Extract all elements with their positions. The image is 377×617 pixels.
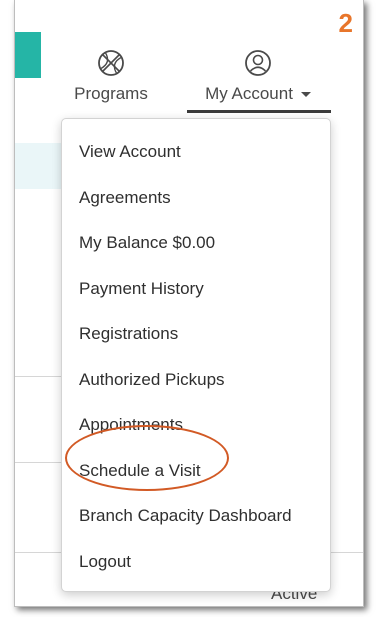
menu-item-appointments[interactable]: Appointments xyxy=(62,402,330,448)
menu-item-my-balance[interactable]: My Balance $0.00 xyxy=(62,220,330,266)
account-dropdown-menu: View Account Agreements My Balance $0.00… xyxy=(61,118,331,592)
background-divider xyxy=(331,552,363,553)
background-divider xyxy=(15,462,63,463)
chevron-down-icon xyxy=(300,92,311,98)
menu-item-payment-history[interactable]: Payment History xyxy=(62,266,330,312)
nav-my-account-label: My Account xyxy=(205,84,293,103)
account-menu-list: View Account Agreements My Balance $0.00… xyxy=(62,119,330,584)
background-divider xyxy=(15,376,63,377)
basketball-icon xyxy=(98,50,124,76)
active-nav-underline xyxy=(187,110,331,113)
nav-my-account[interactable]: My Account xyxy=(187,48,329,104)
menu-item-logout[interactable]: Logout xyxy=(62,539,330,585)
teal-accent-tab xyxy=(15,32,41,78)
screenshot-frame: 2 Programs My Account Active View Accoun… xyxy=(14,0,364,607)
menu-item-schedule-a-visit[interactable]: Schedule a Visit xyxy=(62,448,330,494)
menu-item-agreements[interactable]: Agreements xyxy=(62,175,330,221)
menu-item-view-account[interactable]: View Account xyxy=(62,129,330,175)
background-divider xyxy=(15,552,63,553)
nav-programs-label: Programs xyxy=(74,84,148,103)
nav-programs[interactable]: Programs xyxy=(67,48,155,104)
menu-item-registrations[interactable]: Registrations xyxy=(62,311,330,357)
menu-item-branch-capacity-dashboard[interactable]: Branch Capacity Dashboard xyxy=(62,493,330,539)
step-number-badge: 2 xyxy=(338,8,353,38)
menu-item-authorized-pickups[interactable]: Authorized Pickups xyxy=(62,357,330,403)
user-circle-icon xyxy=(245,50,271,76)
